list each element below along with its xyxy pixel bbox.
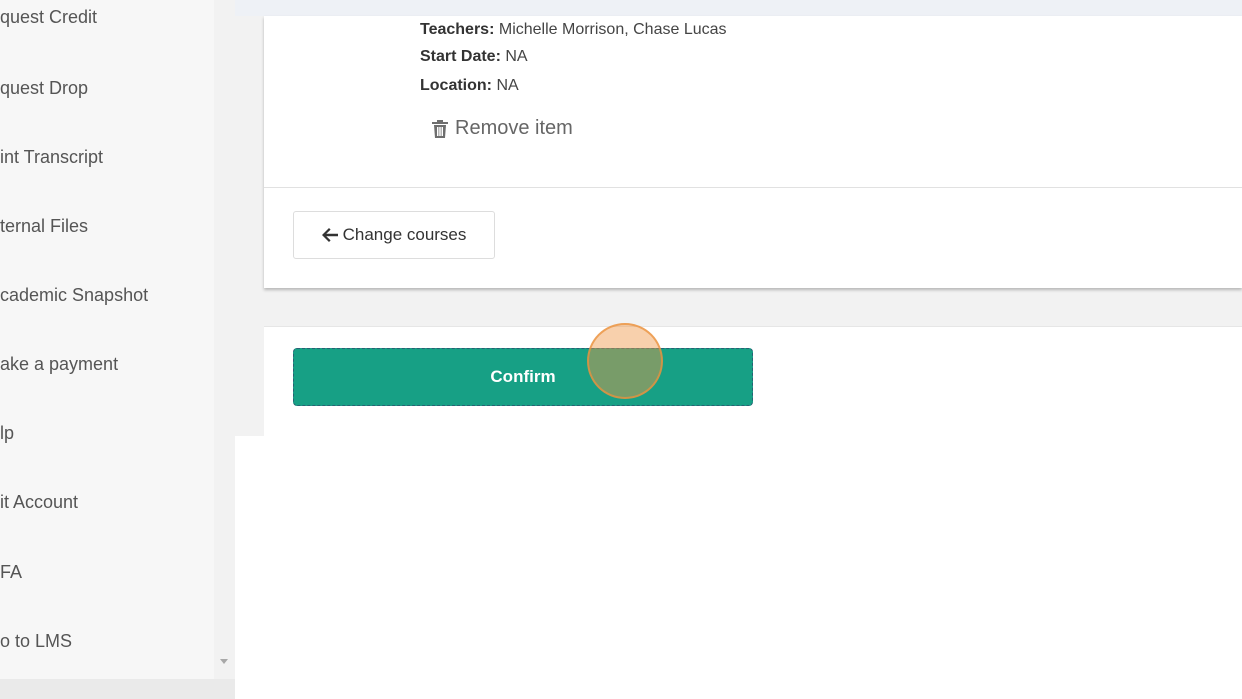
sidebar-footer (0, 679, 235, 699)
sidebar-item-go-to-lms[interactable]: o to LMS (0, 630, 72, 652)
course-teachers: Teachers: Michelle Morrison, Chase Lucas (420, 21, 727, 39)
trash-icon (432, 119, 448, 138)
start-date-label: Start Date: (420, 48, 501, 65)
location-label: Location: (420, 77, 492, 94)
sidebar-item-2fa[interactable]: FA (0, 561, 22, 583)
sidebar-item-request-drop[interactable]: quest Drop (0, 77, 88, 99)
confirm-button[interactable]: Confirm (293, 348, 753, 406)
sidebar-item-academic-snapshot[interactable]: cademic Snapshot (0, 284, 148, 306)
change-courses-label: Change courses (342, 225, 467, 244)
sidebar-item-edit-account[interactable]: it Account (0, 491, 78, 513)
sidebar-item-print-transcript[interactable]: int Transcript (0, 146, 103, 168)
teachers-value: Michelle Morrison, Chase Lucas (498, 21, 727, 38)
change-courses-button[interactable]: Change courses (293, 211, 495, 259)
sidebar: quest Credit quest Drop int Transcript t… (0, 0, 214, 679)
sidebar-scrollbar[interactable] (214, 0, 235, 679)
sidebar-item-help[interactable]: lp (0, 422, 14, 444)
start-date-value: NA (505, 48, 528, 65)
sidebar-item-make-a-payment[interactable]: ake a payment (0, 353, 118, 375)
remove-item-link[interactable]: Remove item (432, 117, 573, 140)
course-start-date: Start Date: NA (420, 48, 528, 66)
location-value: NA (496, 77, 519, 94)
sidebar-item-external-files[interactable]: ternal Files (0, 215, 88, 237)
confirm-label: Confirm (490, 367, 556, 386)
course-location: Location: NA (420, 77, 519, 95)
card-divider (264, 187, 1242, 188)
teachers-label: Teachers: (420, 21, 495, 38)
remove-item-label: Remove item (455, 117, 573, 139)
sidebar-item-request-credit[interactable]: quest Credit (0, 6, 97, 28)
empty-area (235, 436, 1242, 699)
arrow-left-icon (321, 228, 338, 242)
scroll-down-arrow-icon[interactable] (220, 659, 228, 664)
